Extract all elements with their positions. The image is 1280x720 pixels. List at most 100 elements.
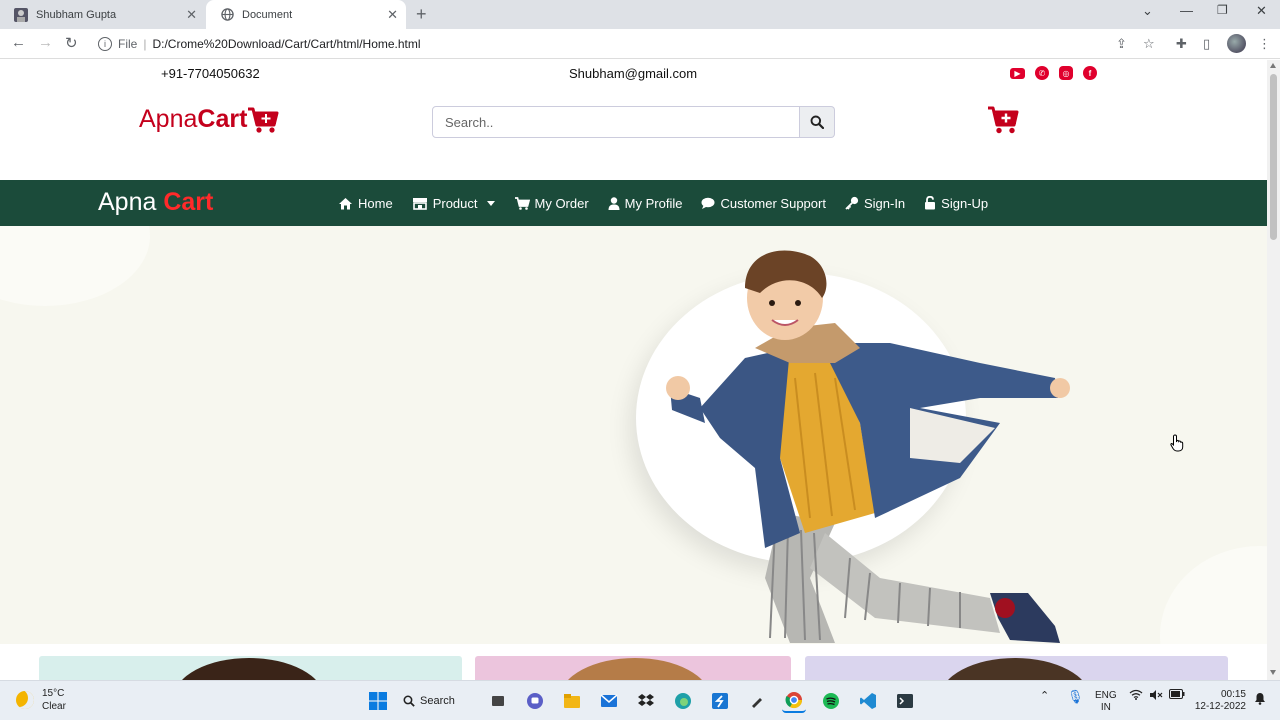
system-clock[interactable]: 00:15 12-12-2022	[1194, 689, 1246, 713]
task-view-icon[interactable]	[486, 689, 510, 713]
file-explorer-icon[interactable]	[560, 689, 584, 713]
dropbox-icon[interactable]	[634, 689, 658, 713]
taskbar-search-button[interactable]: Search	[403, 695, 473, 707]
bookmark-star-icon[interactable]: ☆	[1143, 36, 1155, 52]
youtube-icon[interactable]: ▶	[1010, 68, 1025, 79]
url-omnibox[interactable]: i File | D:/Crome%20Download/Cart/Cart/h…	[92, 32, 1104, 56]
scroll-up-arrow-icon[interactable]	[1270, 63, 1276, 68]
url-text[interactable]: D:/Crome%20Download/Cart/Cart/html/Home.…	[152, 37, 420, 51]
tab-document[interactable]: Document ✕	[206, 0, 406, 29]
tab-shubham-gupta[interactable]: Shubham Gupta ✕	[0, 0, 205, 29]
category-card[interactable]	[805, 656, 1228, 680]
browser-tab-strip: Shubham Gupta ✕ Document ✕ + ⌄ — ❐ ✕	[0, 0, 1280, 29]
web-page: +91-7704050632 Shubham@gmail.com ▶ ✆ ◎ f…	[0, 60, 1267, 680]
chrome-browser-icon[interactable]	[782, 689, 806, 713]
input-language-indicator[interactable]: ENG IN	[1095, 690, 1117, 714]
kebab-menu-icon[interactable]: ⋮	[1258, 36, 1271, 52]
main-navbar: Apna Cart Home Product My Order My Profi…	[0, 180, 1267, 226]
microphone-icon[interactable]: 🎙	[1067, 689, 1084, 705]
email-address: Shubham@gmail.com	[569, 66, 698, 81]
nav-home[interactable]: Home	[338, 196, 393, 211]
navbar-brand[interactable]: Apna Cart	[98, 188, 213, 217]
hand-pointer-cursor-icon	[1170, 434, 1184, 452]
search-input[interactable]	[432, 106, 800, 138]
store-icon	[412, 197, 427, 210]
category-card[interactable]	[39, 656, 462, 680]
nav-customer-support[interactable]: Customer Support	[701, 196, 826, 211]
decorative-blob	[1160, 546, 1267, 644]
battery-icon[interactable]	[1169, 689, 1185, 702]
nav-product-dropdown[interactable]: Product	[412, 196, 495, 211]
windows-start-icon[interactable]	[366, 689, 390, 713]
decorative-blob	[0, 226, 150, 306]
contact-strip: +91-7704050632 Shubham@gmail.com ▶ ✆ ◎ f	[0, 60, 1267, 87]
instagram-icon[interactable]: ◎	[1059, 66, 1073, 80]
nav-customer-support-label: Customer Support	[720, 195, 826, 211]
sway-app-icon[interactable]	[708, 689, 732, 713]
extensions-puzzle-icon[interactable]: ✚	[1176, 36, 1187, 52]
file-label: File	[118, 37, 138, 51]
brand-text-red: Cart	[163, 188, 214, 216]
nav-my-profile[interactable]: My Profile	[608, 195, 683, 211]
cart-plus-icon	[988, 106, 1019, 134]
wifi-icon[interactable]	[1129, 689, 1143, 703]
model-photo	[560, 658, 710, 680]
terminal-icon[interactable]	[893, 689, 917, 713]
info-icon[interactable]: i	[98, 37, 112, 51]
teams-chat-icon[interactable]	[523, 689, 547, 713]
tab-search-chevron-icon[interactable]: ⌄	[1142, 3, 1153, 19]
nav-sign-in-label: Sign-In	[863, 195, 906, 211]
taskbar-search-label: Search	[420, 695, 455, 707]
new-tab-icon[interactable]: +	[416, 4, 427, 25]
search-bar	[432, 106, 835, 138]
weather-temperature: 15°C	[42, 688, 65, 699]
header-cart-button[interactable]	[987, 105, 1019, 140]
tray-overflow-chevron-icon[interactable]: ⌃	[1040, 689, 1049, 702]
forward-arrow-icon[interactable]: →	[38, 34, 53, 51]
social-links: ▶ ✆ ◎ f	[1010, 66, 1097, 80]
maximize-icon[interactable]: ❐	[1217, 3, 1228, 17]
site-logo[interactable]: Apna Cart	[139, 105, 279, 134]
facebook-icon[interactable]: f	[1083, 66, 1097, 80]
brand-text-white: Apna	[98, 188, 157, 216]
clock-time: 00:15	[1220, 689, 1246, 700]
edge-browser-icon[interactable]	[671, 689, 695, 713]
vscode-icon[interactable]	[856, 689, 880, 713]
hero-child-image	[666, 250, 1070, 643]
minimize-icon[interactable]: —	[1180, 3, 1193, 18]
page-scrollbar[interactable]	[1267, 60, 1280, 680]
cart-icon	[248, 107, 279, 133]
mail-icon[interactable]	[597, 689, 621, 713]
nav-my-profile-label: My Profile	[624, 195, 683, 211]
nav-my-order-label: My Order	[534, 195, 589, 211]
phone-number: +91-7704050632	[161, 66, 260, 81]
key-icon	[845, 196, 859, 210]
close-tab-icon[interactable]: ✕	[387, 7, 398, 23]
search-button[interactable]	[800, 106, 835, 138]
side-panel-icon[interactable]: ▯	[1203, 36, 1210, 52]
model-photo	[940, 658, 1090, 680]
category-card[interactable]	[475, 656, 791, 680]
back-arrow-icon[interactable]: ←	[11, 34, 26, 51]
speaker-muted-icon[interactable]	[1149, 689, 1163, 704]
weather-condition: Clear	[42, 701, 66, 712]
scroll-down-arrow-icon[interactable]	[1270, 670, 1276, 675]
profile-avatar[interactable]	[1227, 34, 1246, 53]
windows-taskbar: 15°C Clear Search ⌃ 🎙 ENG IN 00:15 12-12…	[0, 680, 1280, 720]
nav-sign-up[interactable]: Sign-Up	[924, 196, 988, 211]
close-tab-icon[interactable]: ✕	[186, 7, 197, 23]
home-icon	[339, 197, 352, 209]
share-icon[interactable]: ⇪	[1116, 36, 1127, 52]
reload-icon[interactable]: ↻	[65, 34, 78, 52]
tab-title: Document	[242, 8, 293, 21]
notification-bell-icon[interactable]	[1254, 692, 1266, 708]
close-window-icon[interactable]: ✕	[1256, 3, 1267, 19]
nav-my-order[interactable]: My Order	[514, 196, 589, 211]
spotify-icon[interactable]	[819, 689, 843, 713]
nav-sign-in[interactable]: Sign-In	[845, 196, 905, 211]
weather-widget[interactable]: 15°C Clear	[16, 687, 66, 713]
scroll-thumb[interactable]	[1270, 74, 1277, 240]
pen-tool-icon[interactable]	[745, 689, 769, 713]
comment-icon	[701, 197, 715, 209]
whatsapp-icon[interactable]: ✆	[1035, 66, 1049, 80]
